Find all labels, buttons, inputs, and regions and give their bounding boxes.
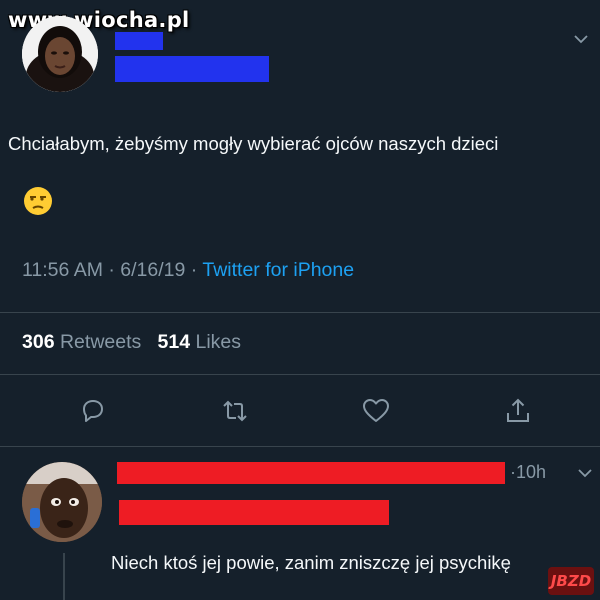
heart-icon[interactable]: [361, 396, 391, 426]
divider: [0, 374, 600, 375]
divider: [0, 446, 600, 447]
reply-text: Niech ktoś jej powie, zanim zniszczę jej…: [111, 552, 511, 573]
tweet-date: 6/16/19: [120, 259, 186, 281]
tweet-time: 11:56 AM: [22, 259, 103, 281]
unamused-face-emoji: [22, 185, 54, 217]
tweet-source-link[interactable]: Twitter for iPhone: [202, 259, 354, 281]
likes-label: Likes: [195, 331, 242, 353]
divider: [0, 312, 600, 313]
author-avatar[interactable]: [22, 16, 98, 92]
redacted-reply-author-name: [117, 462, 505, 484]
separator: ·: [190, 259, 198, 281]
reply-icon[interactable]: [78, 396, 108, 426]
jbzd-watermark-badge: JBZD: [548, 567, 594, 595]
separator: ·: [108, 259, 115, 281]
share-icon[interactable]: [503, 396, 533, 426]
tweet-metadata: 11:56 AM · 6/16/19 · Twitter for iPhone: [22, 259, 354, 282]
redacted-reply-mention: [119, 500, 389, 525]
likes-stat[interactable]: 514 Likes: [158, 331, 242, 353]
chevron-down-icon[interactable]: [573, 32, 589, 44]
retweets-count: 306: [22, 331, 55, 353]
thread-line: [63, 553, 65, 600]
reply-timestamp: ·10h: [510, 462, 547, 482]
retweets-label: Retweets: [59, 331, 142, 353]
tweet-text: Chciałabym, żebyśmy mogły wybierać ojców…: [8, 133, 499, 154]
redacted-username: [115, 56, 269, 82]
retweet-icon[interactable]: [220, 396, 250, 426]
likes-count: 514: [157, 331, 191, 353]
reply-author-avatar[interactable]: [22, 462, 102, 542]
redacted-display-name: [115, 32, 163, 50]
retweets-stat[interactable]: 306 Retweets: [22, 331, 147, 353]
tweet-stats: 306 Retweets 514 Likes: [22, 331, 241, 354]
chevron-down-icon[interactable]: [577, 466, 593, 478]
